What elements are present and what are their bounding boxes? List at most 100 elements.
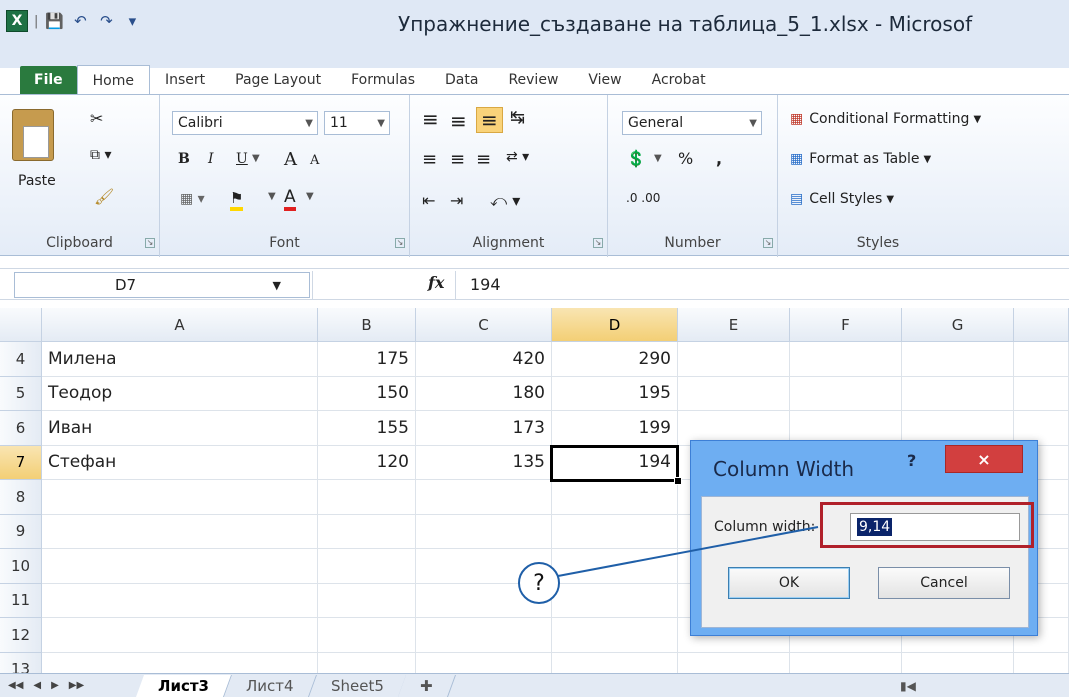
table-cell[interactable] (790, 342, 902, 377)
font-launcher-icon[interactable]: ↘ (395, 238, 405, 248)
table-cell[interactable] (318, 480, 416, 515)
row-header[interactable]: 12 (0, 618, 42, 653)
number-format-combo[interactable]: General ▼ (622, 111, 762, 135)
format-as-table-button[interactable]: ▦ Format as Table ▼ (790, 151, 931, 167)
table-cell[interactable]: Милена (42, 342, 318, 377)
row-header[interactable]: 13 (0, 652, 42, 673)
grow-font-button[interactable]: A (284, 149, 297, 170)
borders-icon[interactable]: ▦ ▾ (180, 191, 205, 207)
tab-formulas[interactable]: Formulas (336, 66, 430, 94)
table-cell[interactable] (552, 480, 678, 515)
table-cell[interactable] (318, 514, 416, 549)
table-cell[interactable] (678, 652, 790, 673)
select-all-corner[interactable] (0, 308, 42, 342)
underline-button[interactable]: U (236, 151, 248, 167)
table-cell[interactable] (902, 376, 1014, 411)
table-cell[interactable] (790, 376, 902, 411)
table-cell[interactable] (42, 583, 318, 618)
row-header[interactable]: 6 (0, 411, 42, 446)
comma-button[interactable]: , (716, 149, 722, 168)
bold-button[interactable]: B (178, 151, 190, 167)
table-cell[interactable]: 120 (318, 445, 416, 480)
row-header[interactable]: 8 (0, 480, 42, 515)
insert-function-icon[interactable]: fx (428, 273, 444, 292)
table-cell[interactable] (416, 618, 552, 653)
table-cell[interactable] (1014, 376, 1069, 411)
tab-data[interactable]: Data (430, 66, 493, 94)
align-bottom-icon[interactable]: ≡ (476, 107, 503, 133)
table-cell[interactable] (42, 618, 318, 653)
paste-icon[interactable] (12, 109, 54, 161)
font-name-combo[interactable]: Calibri ▼ (172, 111, 318, 135)
table-cell[interactable] (902, 342, 1014, 377)
increase-indent-icon[interactable]: ⇥ (450, 191, 463, 210)
cell-styles-button[interactable]: ▤ Cell Styles ▼ (790, 191, 894, 207)
column-header-d[interactable]: D (552, 308, 678, 342)
tab-file[interactable]: File (20, 66, 77, 94)
table-cell[interactable]: 199 (552, 411, 678, 446)
paste-button[interactable]: Paste (18, 173, 56, 189)
number-launcher-icon[interactable]: ↘ (763, 238, 773, 248)
chevron-down-icon[interactable]: ▼ (252, 153, 260, 164)
first-sheet-icon[interactable]: ◀◀ (8, 680, 23, 691)
table-cell[interactable] (678, 342, 790, 377)
table-cell[interactable] (552, 514, 678, 549)
chevron-down-icon[interactable]: ▼ (306, 191, 314, 202)
accounting-format-icon[interactable]: 💲 (626, 149, 646, 168)
cancel-button[interactable]: Cancel (878, 567, 1010, 599)
column-header-c[interactable]: C (416, 308, 552, 342)
name-box[interactable]: D7 ▼ (14, 272, 310, 298)
shrink-font-button[interactable]: A (310, 153, 319, 168)
table-cell[interactable]: 194 (552, 445, 678, 480)
tab-insert[interactable]: Insert (150, 66, 220, 94)
column-header-e[interactable]: E (678, 308, 790, 342)
table-cell[interactable] (552, 583, 678, 618)
table-cell[interactable] (318, 549, 416, 584)
increase-decimal-button[interactable]: .0 .00 (626, 191, 660, 205)
table-cell[interactable] (1014, 652, 1069, 673)
table-cell[interactable] (318, 652, 416, 673)
chevron-down-icon[interactable]: ▼ (268, 191, 276, 202)
table-cell[interactable] (552, 549, 678, 584)
chevron-down-icon[interactable]: ▼ (654, 153, 662, 164)
column-header-f[interactable]: F (790, 308, 902, 342)
table-cell[interactable] (552, 618, 678, 653)
font-size-combo[interactable]: 11 ▼ (324, 111, 390, 135)
table-cell[interactable]: 175 (318, 342, 416, 377)
horizontal-scroll-handle[interactable]: ▮◀ (900, 679, 916, 693)
tab-review[interactable]: Review (493, 66, 573, 94)
prev-sheet-icon[interactable]: ◀ (33, 680, 41, 691)
row-header[interactable]: 7 (0, 445, 42, 480)
row-header[interactable]: 4 (0, 342, 42, 377)
sheet-tab-list3[interactable]: Лист3 (135, 674, 233, 697)
excel-app-icon[interactable]: X (6, 10, 28, 32)
table-cell[interactable] (1014, 342, 1069, 377)
row-header[interactable]: 5 (0, 376, 42, 411)
conditional-formatting-button[interactable]: ▦ Conditional Formatting ▼ (790, 111, 981, 127)
table-cell[interactable] (902, 652, 1014, 673)
table-cell[interactable] (678, 376, 790, 411)
next-sheet-icon[interactable]: ▶ (51, 680, 59, 691)
sheet-tab-list4[interactable]: Лист4 (223, 674, 317, 697)
save-icon[interactable]: 💾 (44, 11, 64, 31)
redo-icon[interactable]: ↷ (96, 11, 116, 31)
table-cell[interactable] (790, 652, 902, 673)
merge-center-icon[interactable]: ⇄ ▾ (506, 149, 529, 165)
column-header-a[interactable]: A (42, 308, 318, 342)
customize-qat-icon[interactable]: ▾ (122, 11, 142, 31)
format-painter-icon[interactable]: 🖌 (94, 187, 114, 206)
font-color-button[interactable]: A (284, 187, 296, 211)
table-cell[interactable]: Теодор (42, 376, 318, 411)
table-cell[interactable]: 150 (318, 376, 416, 411)
table-cell[interactable]: 290 (552, 342, 678, 377)
table-cell[interactable] (318, 618, 416, 653)
percent-button[interactable]: % (678, 149, 693, 168)
align-left-icon[interactable]: ≡ (422, 149, 437, 170)
table-cell[interactable] (42, 514, 318, 549)
formula-input[interactable]: 194 (470, 275, 501, 294)
wrap-text-icon[interactable]: ↹ (510, 107, 525, 128)
sheet-tab-sheet5[interactable]: Sheet5 (308, 674, 407, 697)
insert-sheet-tab[interactable]: ✚ (398, 674, 457, 697)
column-header-b[interactable]: B (318, 308, 416, 342)
table-cell[interactable] (552, 652, 678, 673)
